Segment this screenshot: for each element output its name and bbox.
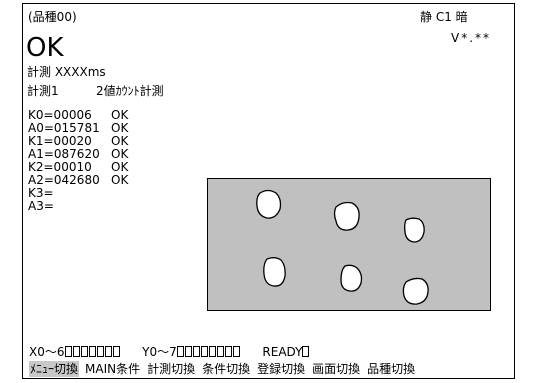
blob-shape xyxy=(333,201,360,231)
output-label: Y0～7 xyxy=(142,345,177,359)
register-switch-button[interactable]: 登録切換 xyxy=(256,361,306,377)
register-name: K1=00020 xyxy=(28,134,92,148)
monitor-screen: (品種00) 静 C1 暗 V*.** OK 計測 XXXXms 計測1 2値ｶ… xyxy=(22,3,515,379)
register-name: K3= xyxy=(28,186,54,200)
measure-time: 計測 XXXXms xyxy=(27,65,106,79)
register-result: OK xyxy=(111,173,129,187)
register-name: A1=087620 xyxy=(28,147,100,161)
register-name: K0=00006 xyxy=(28,108,92,122)
blob-shape xyxy=(340,264,363,292)
camera-image-panel xyxy=(207,178,491,311)
register-name: A0=015781 xyxy=(28,121,100,135)
blob-shape xyxy=(263,257,286,287)
version-label: V*.** xyxy=(451,31,492,45)
output-indicators xyxy=(176,346,241,360)
register-row: A3= xyxy=(28,200,54,213)
overall-result: OK xyxy=(26,33,64,63)
menu-switch-button[interactable]: ﾒﾆｭｰ切換 xyxy=(29,361,80,377)
register-name: A2=042680 xyxy=(28,173,100,187)
input-indicators xyxy=(64,346,121,360)
product-switch-button[interactable]: 品種切換 xyxy=(366,361,416,377)
status-indicator: 静 C1 暗 xyxy=(420,10,468,24)
product-label: (品種00) xyxy=(28,10,77,24)
condition-switch-button[interactable]: 条件切換 xyxy=(201,361,251,377)
blob-shape xyxy=(402,277,429,305)
function-menu-bar: ﾒﾆｭｰ切換 MAIN条件 計測切換 条件切換 登録切換 画面切換 品種切換 xyxy=(29,361,421,377)
ready-label: READY xyxy=(262,345,303,359)
measure-mode-type: 2値ｶｳﾝﾄ計測 xyxy=(96,84,164,98)
register-name: K2=00010 xyxy=(28,160,92,174)
blob-shape xyxy=(404,217,425,243)
screen-switch-button[interactable]: 画面切換 xyxy=(311,361,361,377)
ready-indicator xyxy=(302,346,310,360)
main-condition-button[interactable]: MAIN条件 xyxy=(84,361,141,377)
input-label: X0～6 xyxy=(29,345,65,359)
io-status-line: X0～6 Y0～7 READY xyxy=(29,345,310,360)
measure-switch-button[interactable]: 計測切換 xyxy=(146,361,196,377)
measure-mode-name: 計測1 xyxy=(27,84,59,98)
register-name: A3= xyxy=(28,199,54,213)
blob-shape xyxy=(256,189,282,219)
